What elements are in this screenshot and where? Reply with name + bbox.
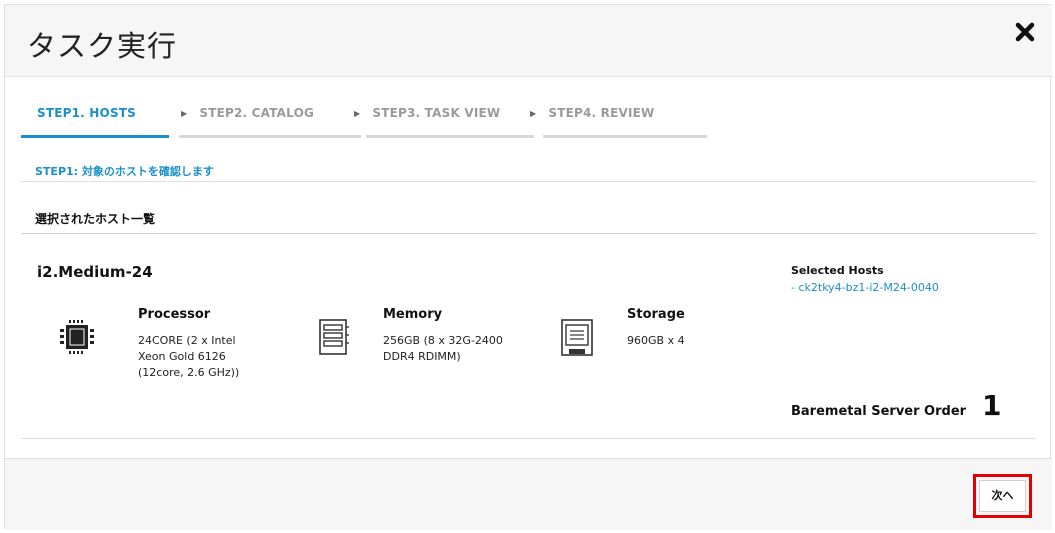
next-button[interactable]: 次へ [979,480,1026,512]
step-label: STEP3. TASK VIEW [372,106,501,120]
step-label: STEP1. HOSTS [37,106,137,120]
memory-value: 256GB (8 x 32G-2400 DDR4 RDIMM) [383,334,503,363]
storage-icon [561,319,593,356]
step-progress-bar [179,135,361,138]
close-icon [1015,22,1035,42]
step-description: STEP1: 対象のホストを確認します [35,165,214,178]
divider [21,233,1036,234]
processor-label: Processor [138,307,211,322]
order-label: Baremetal Server Order [791,404,967,419]
storage-label: Storage [627,307,685,322]
order-count: 1 [982,389,1002,422]
section-title: 選択されたホスト一覧 [35,212,156,226]
processor-value: 24CORE (2 x Intel Xeon Gold 6126 (12core… [138,334,240,379]
memory-icon [319,319,349,355]
dialog-footer [5,458,1052,530]
cpu-icon [60,320,94,354]
step-label: STEP4. REVIEW [548,106,655,120]
chevron-right-icon: ▶ [181,109,188,118]
host-plan-name: i2.Medium-24 [37,263,153,281]
divider [21,438,1036,439]
selected-host-link[interactable]: - ck2tky4-bz1-i2-M24-0040 [791,281,939,294]
storage-value: 960GB x 4 [627,334,685,347]
task-execution-dialog: タスク実行 STEP1. HOSTS ▶ STEP2. CATALOG ▶ STEP… [4,4,1052,530]
chevron-right-icon: ▶ [354,109,361,118]
memory-label: Memory [383,307,443,322]
selected-hosts-label: Selected Hosts [791,264,884,277]
step-label: STEP2. CATALOG [199,106,315,120]
step-review[interactable]: ▶ STEP4. REVIEW [530,106,710,138]
step-catalog[interactable]: ▶ STEP2. CATALOG [179,106,365,138]
dialog-title: タスク実行 [27,29,178,63]
step-progress-bar [543,135,707,138]
step-hosts[interactable]: STEP1. HOSTS [21,106,169,138]
close-button[interactable] [1014,21,1036,43]
divider [21,181,1036,182]
step-progress-bar [366,135,534,138]
step-progress-bar [21,135,169,138]
dialog-header: タスク実行 [5,5,1052,77]
chevron-right-icon: ▶ [530,109,537,118]
step-task-view[interactable]: ▶ STEP3. TASK VIEW [354,106,534,138]
